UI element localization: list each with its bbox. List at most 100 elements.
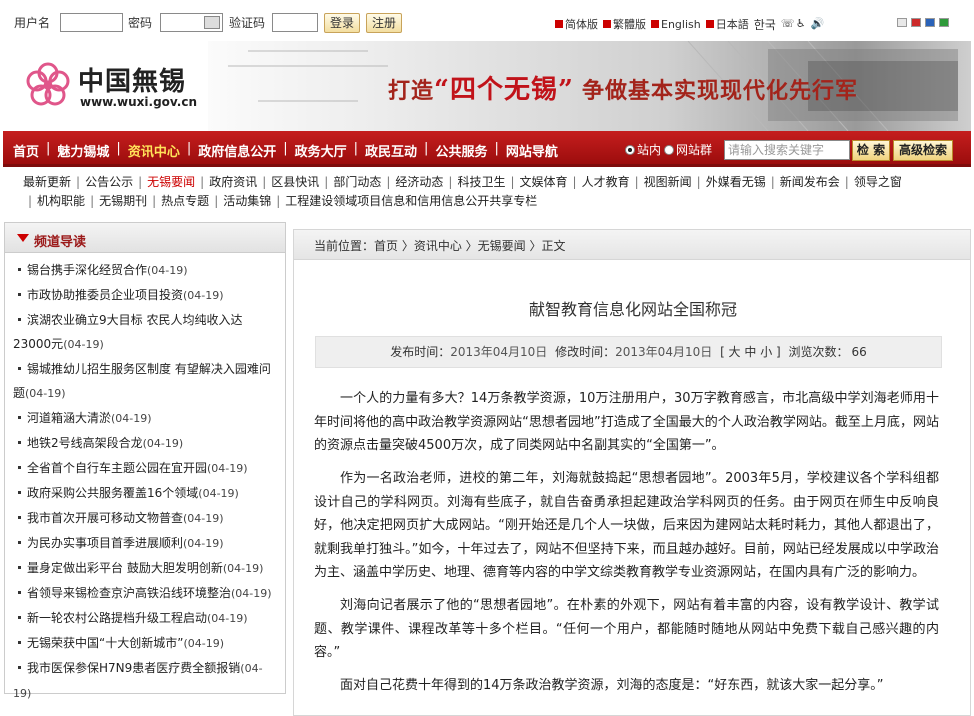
advanced-search-button[interactable]: 高级检索: [893, 140, 953, 161]
language-switcher: 简体版 繁體版 English 日本語 한국 ☏ ♿ 🔊: [555, 16, 826, 32]
subnav-item[interactable]: 领导之窗: [854, 175, 902, 189]
font-size-switch[interactable]: [ 大 中 小 ]: [720, 345, 781, 359]
sidebar-news-title[interactable]: 无锡荣获中国“十大创新城市”: [27, 636, 183, 650]
sidebar-news-item[interactable]: 市政协助推委员企业项目投资(04-19): [13, 283, 277, 308]
top-bar: 用户名 密码 验证码 登录 注册 简体版 繁體版 English 日本語 한국 …: [0, 0, 974, 40]
channel-sidebar: 频道导读 锡台携手深化经贸合作(04-19) 市政协助推委员企业项目投资(04-1…: [4, 222, 286, 700]
sidebar-news-title[interactable]: 全省首个自行车主题公园在宜开园: [27, 461, 207, 475]
speaker-icon[interactable]: 🔊: [811, 17, 825, 31]
views-count: 66: [851, 345, 867, 359]
username-input[interactable]: [60, 13, 123, 32]
captcha-label: 验证码: [229, 16, 266, 30]
subnav-item[interactable]: 无锡要闻: [147, 175, 195, 189]
phone-icon[interactable]: ☏: [781, 17, 795, 31]
sidebar-news-title[interactable]: 我市首次开展可移动文物普查: [27, 511, 183, 525]
subnav-item[interactable]: 工程建设领域项目信息和信用信息公开共享专栏: [285, 194, 537, 208]
lang-korean[interactable]: 한국: [754, 16, 776, 33]
sidebar-news-title[interactable]: 为民办实事项目首季进展顺利: [27, 536, 183, 550]
bullet-icon: [18, 465, 21, 469]
bullet-icon: [18, 267, 21, 271]
sidebar-news-item[interactable]: 政府采购公共服务覆盖16个领域(04-19): [13, 481, 277, 506]
subnav-item[interactable]: 视图新闻: [644, 175, 692, 189]
sidebar-news-title[interactable]: 河道箱涵大清淤: [27, 411, 111, 425]
subnav-item[interactable]: 经济动态: [395, 175, 443, 189]
sidebar-news-title[interactable]: 市政协助推委员企业项目投资: [27, 288, 183, 302]
sidebar-news-item[interactable]: 地铁2号线高架段合龙(04-19): [13, 431, 277, 456]
password-input[interactable]: [160, 13, 223, 32]
wheelchair-icon[interactable]: ♿: [796, 17, 808, 31]
lang-simplified[interactable]: 简体版: [555, 16, 598, 32]
subnav-item[interactable]: 外媒看无锡: [706, 175, 766, 189]
bullet-icon: [18, 640, 21, 644]
sidebar-news-title[interactable]: 省领导来锡检查京沪高铁沿线环境整治: [27, 586, 231, 600]
subnav-item[interactable]: 活动集锦: [223, 194, 271, 208]
nav-gov-hall[interactable]: 政务大厅: [295, 141, 347, 160]
search-input[interactable]: 请输入搜索关键字: [724, 140, 850, 160]
subnav-item[interactable]: 政府资讯: [209, 175, 257, 189]
subnav-item[interactable]: 无锡期刊: [99, 194, 147, 208]
nav-charm[interactable]: 魅力锡城: [57, 141, 109, 160]
sidebar-news-title[interactable]: 新一轮农村公路提档升级工程启动: [27, 611, 207, 625]
sidebar-news-item[interactable]: 我市首次开展可移动文物普查(04-19): [13, 506, 277, 531]
lang-traditional[interactable]: 繁體版: [603, 16, 646, 32]
sidebar-news-date: (04-19): [63, 338, 104, 351]
nav-public-service[interactable]: 公共服务: [435, 141, 487, 160]
sidebar-news-item[interactable]: 我市医保参保H7N9患者医疗费全额报销(04-19): [13, 656, 277, 706]
lang-english[interactable]: English: [651, 18, 701, 31]
sidebar-news-title[interactable]: 滨湖农业确立9大目标 农民人均纯收入达23000元: [13, 313, 242, 351]
sidebar-news-date: (04-19): [111, 412, 152, 425]
site-logo[interactable]: 中国無锡 www.wuxi.gov.cn: [3, 41, 208, 131]
sidebar-news-date: (04-19): [231, 587, 272, 600]
subnav-item[interactable]: 新闻发布会: [780, 175, 840, 189]
nav-home[interactable]: 首页: [13, 141, 39, 160]
subnav-item[interactable]: 公告公示: [85, 175, 133, 189]
sidebar-news-title[interactable]: 地铁2号线高架段合龙: [27, 436, 143, 450]
search-button[interactable]: 检 索: [852, 140, 890, 161]
lang-japanese[interactable]: 日本語: [705, 16, 749, 32]
sidebar-title: 频道导读: [34, 235, 87, 250]
captcha-input[interactable]: [272, 13, 318, 32]
keyboard-icon[interactable]: [204, 16, 220, 29]
subnav-item[interactable]: 最新更新: [23, 175, 71, 189]
sidebar-news-date: (04-19): [183, 537, 224, 550]
subnav-item[interactable]: 科技卫生: [457, 175, 505, 189]
subnav-item[interactable]: 区县快讯: [271, 175, 319, 189]
theme-swatch-blue[interactable]: [925, 18, 935, 27]
sidebar-news-date: (04-19): [183, 637, 224, 650]
subnav-item[interactable]: 文娱体育: [520, 175, 568, 189]
sidebar-news-item[interactable]: 锡台携手深化经贸合作(04-19): [13, 258, 277, 283]
nav-news-center[interactable]: 资讯中心: [128, 141, 180, 160]
theme-swatch-green[interactable]: [939, 18, 949, 27]
sidebar-news-item[interactable]: 河道箱涵大清淤(04-19): [13, 406, 277, 431]
sidebar-news-item[interactable]: 无锡荣获中国“十大创新城市”(04-19): [13, 631, 277, 656]
sidebar-news-title[interactable]: 锡台携手深化经贸合作: [27, 263, 147, 277]
sidebar-news-item[interactable]: 量身定做出彩平台 鼓励大胆发明创新(04-19): [13, 556, 277, 581]
nav-site-guide[interactable]: 网站导航: [506, 141, 558, 160]
theme-swatch-gray[interactable]: [897, 18, 907, 27]
subnav-item[interactable]: 机构职能: [37, 194, 85, 208]
subnav-item[interactable]: 部门动态: [333, 175, 381, 189]
views-label: 浏览次数：: [788, 345, 849, 359]
login-button[interactable]: 登录: [324, 13, 360, 33]
subnav-item[interactable]: 人才教育: [582, 175, 630, 189]
sidebar-news-item[interactable]: 为民办实事项目首季进展顺利(04-19): [13, 531, 277, 556]
sidebar-news-item[interactable]: 全省首个自行车主题公园在宜开园(04-19): [13, 456, 277, 481]
sidebar-news-item[interactable]: 新一轮农村公路提档升级工程启动(04-19): [13, 606, 277, 631]
bullet-icon: [18, 317, 21, 321]
sidebar-news-item[interactable]: 锡城推幼儿招生服务区制度 有望解决入园难问题(04-19): [13, 357, 277, 406]
bullet-icon: [18, 540, 21, 544]
sidebar-news-title[interactable]: 量身定做出彩平台 鼓励大胆发明创新: [27, 561, 223, 575]
nav-gov-info[interactable]: 政府信息公开: [198, 141, 276, 160]
nav-interaction[interactable]: 政民互动: [365, 141, 417, 160]
sidebar-news-item[interactable]: 滨湖农业确立9大目标 农民人均纯收入达23000元(04-19): [13, 308, 277, 357]
sidebar-news-title[interactable]: 我市医保参保H7N9患者医疗费全额报销: [27, 661, 240, 675]
bullet-icon: [18, 665, 21, 669]
radio-group[interactable]: [664, 144, 675, 155]
radio-site[interactable]: [625, 144, 635, 155]
theme-swatch-red[interactable]: [911, 18, 921, 27]
sidebar-news-item[interactable]: 省领导来锡检查京沪高铁沿线环境整治(04-19): [13, 581, 277, 606]
sidebar-news-title[interactable]: 政府采购公共服务覆盖16个领域: [27, 486, 198, 500]
register-button[interactable]: 注册: [366, 13, 402, 33]
publish-label: 发布时间：: [390, 345, 451, 359]
subnav-item[interactable]: 热点专题: [161, 194, 209, 208]
